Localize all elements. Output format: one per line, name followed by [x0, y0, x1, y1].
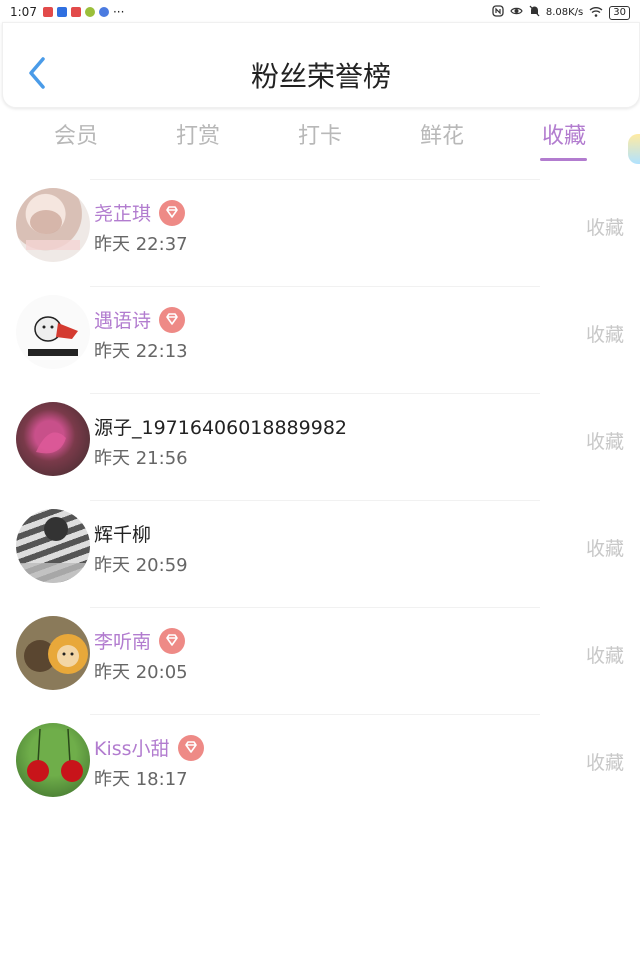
diamond-icon: [159, 627, 186, 654]
avatar[interactable]: [16, 616, 90, 690]
avatar[interactable]: [16, 188, 90, 262]
list-item[interactable]: 李听南 昨天 20:05 收藏: [0, 607, 640, 715]
action-label: 收藏: [585, 752, 624, 774]
tab-flowers[interactable]: 鲜花: [402, 118, 482, 150]
status-right: 8.08K/s 30: [492, 5, 630, 20]
fan-time: 昨天 21:56: [94, 448, 188, 469]
fan-time: 昨天 18:17: [94, 769, 188, 790]
mute-icon: [529, 5, 540, 20]
action-label: 收藏: [585, 324, 624, 346]
fan-name: Kiss小甜: [94, 734, 204, 763]
app-notification-icon: [42, 7, 53, 17]
fan-name-text: 源子_19716406018889982: [94, 417, 348, 439]
avatar[interactable]: [16, 509, 90, 583]
app-notification-icon: [98, 7, 109, 17]
status-left: 1:07 ···: [10, 5, 124, 19]
fan-name-text: 尧芷琪: [94, 203, 152, 225]
diamond-icon: [159, 199, 186, 226]
diamond-icon: [159, 306, 186, 333]
page-title: 粉丝荣誉榜: [250, 60, 391, 93]
fan-time: 昨天 22:37: [94, 234, 188, 255]
list-item[interactable]: 尧芷琪 昨天 22:37 收藏: [0, 179, 640, 287]
fan-name-text: 辉千柳: [94, 524, 152, 546]
wifi-icon: [589, 6, 603, 20]
fan-name: 尧芷琪: [94, 199, 186, 228]
fan-name-text: 遇语诗: [94, 310, 152, 332]
nfc-icon: [492, 5, 504, 20]
active-tab-indicator: [540, 158, 587, 161]
fan-time: 昨天 20:59: [94, 555, 188, 576]
list-item[interactable]: 源子_19716406018889982 昨天 21:56 收藏: [0, 393, 640, 501]
header-bar: 粉丝荣誉榜: [2, 22, 640, 108]
more-notifications-icon: ···: [112, 5, 125, 19]
fan-name: 源子_19716406018889982: [94, 413, 347, 440]
eye-icon: [510, 6, 523, 19]
list-item[interactable]: 辉千柳 昨天 20:59 收藏: [0, 500, 640, 608]
status-time: 1:07: [10, 5, 37, 19]
battery-indicator: 30: [609, 5, 630, 20]
fan-name-text: 李听南: [94, 631, 152, 653]
divider: [90, 393, 540, 394]
app-notification-icon: [56, 7, 67, 17]
divider: [90, 500, 540, 501]
tab-checkin[interactable]: 打卡: [280, 118, 360, 150]
fan-name: 遇语诗: [94, 306, 186, 335]
avatar[interactable]: [16, 402, 90, 476]
fan-name: 李听南: [94, 627, 186, 656]
app-notification-icon: [84, 7, 95, 17]
app-notification-icon: [70, 7, 81, 17]
tab-rewards[interactable]: 打赏: [158, 118, 238, 150]
tab-members[interactable]: 会员: [36, 118, 116, 150]
tab-favorites[interactable]: 收藏: [524, 118, 604, 150]
divider: [90, 179, 540, 180]
list-item[interactable]: 遇语诗 昨天 22:13 收藏: [0, 286, 640, 394]
diamond-icon: [177, 734, 204, 761]
fan-name: 辉千柳: [94, 520, 151, 547]
avatar[interactable]: [16, 723, 90, 797]
divider: [90, 286, 540, 287]
avatar[interactable]: [16, 295, 90, 369]
list-item[interactable]: Kiss小甜 昨天 18:17 收藏: [0, 714, 640, 822]
fan-time: 昨天 20:05: [94, 662, 188, 683]
action-label: 收藏: [585, 645, 624, 667]
divider: [90, 607, 540, 608]
fan-time: 昨天 22:13: [94, 341, 188, 362]
floating-widget-handle[interactable]: [628, 134, 640, 164]
action-label: 收藏: [585, 538, 624, 560]
network-speed: 8.08K/s: [545, 7, 584, 18]
action-label: 收藏: [585, 217, 624, 239]
fan-name-text: Kiss小甜: [94, 738, 170, 760]
action-label: 收藏: [585, 431, 624, 453]
divider: [90, 714, 540, 715]
